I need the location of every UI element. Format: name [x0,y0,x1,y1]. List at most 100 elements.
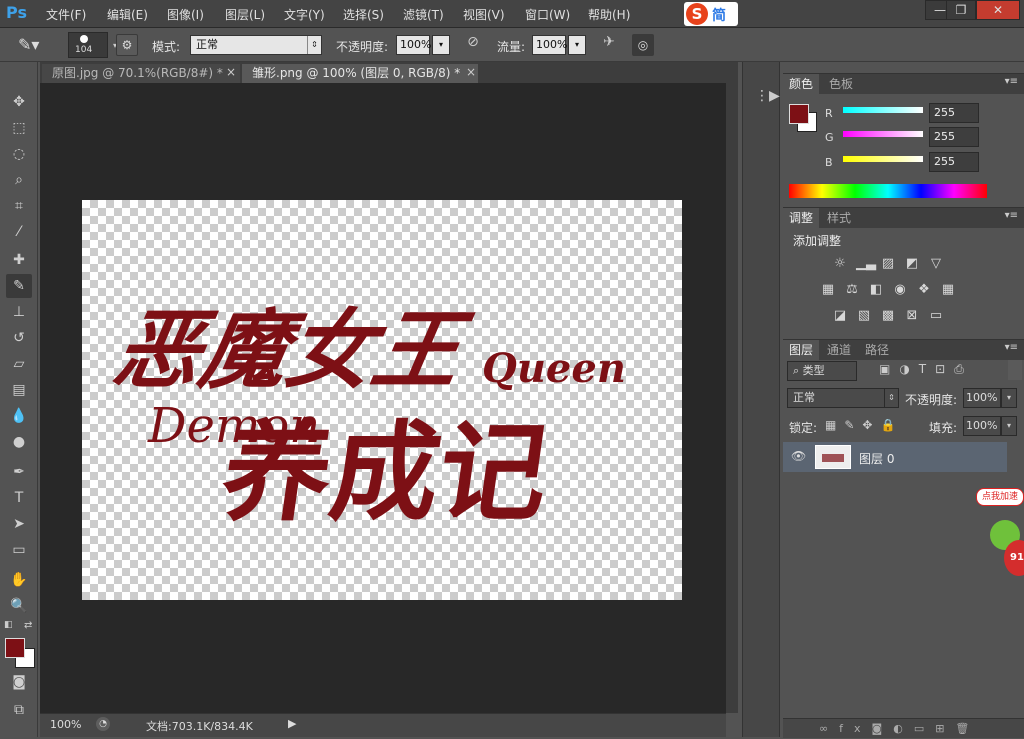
color-balance-icon[interactable]: ⚖ [843,282,861,298]
layer-name[interactable]: 图层 0 [859,450,894,467]
gradient-map-icon[interactable]: ▭ [927,308,945,324]
zoom-level[interactable]: 100% [50,718,81,731]
blue-value[interactable]: 255 [929,152,979,172]
tab-styles[interactable]: 样式 [821,208,857,228]
close-window-button[interactable]: ✕ [976,0,1020,20]
pen-tool-icon[interactable]: ✒ [6,460,32,484]
layer-filter-icons[interactable]: ▣◑T⊡⎙ [879,362,973,377]
visibility-eye-icon[interactable]: 👁 [791,449,806,463]
healing-brush-tool-icon[interactable]: ✚ [6,248,32,272]
layer-row[interactable]: 👁 图层 0 [783,442,1007,472]
gradient-tool-icon[interactable]: ▤ [6,378,32,402]
layers-scrollbar[interactable] [1008,360,1022,380]
layer-filter-select[interactable]: ⌕ 类型 [787,361,857,381]
lasso-tool-icon[interactable]: ◌ [6,142,32,166]
quick-selection-tool-icon[interactable]: ⌕ [6,168,32,192]
dodge-tool-icon[interactable]: ● [6,430,32,454]
status-info-icon[interactable]: ◔ [96,717,110,731]
brush-tool-icon[interactable]: ✎▾ [18,35,42,57]
status-menu-arrow-icon[interactable]: ▶ [288,717,296,730]
threshold-icon[interactable]: ▩ [879,308,897,324]
brush-panel-toggle-icon[interactable]: ⚙ [116,34,138,56]
sogou-ime[interactable]: S 简 [684,2,738,26]
photo-filter-icon[interactable]: ◉ [891,282,909,298]
red-slider[interactable] [843,107,923,113]
type-tool-icon[interactable]: T [6,486,32,510]
menu-file[interactable]: 文件(F) [46,6,86,23]
flow-input[interactable]: 100% [532,35,567,55]
screen-mode-icon[interactable]: ⧉ [6,698,32,722]
eyedropper-tool-icon[interactable]: ⁄ [6,220,32,244]
color-lookup-icon[interactable]: ▦ [939,282,957,298]
menu-select[interactable]: 选择(S) [343,6,384,23]
layer-opacity-input[interactable]: 100% [963,388,1001,408]
airbrush-icon[interactable]: ✈ [598,34,620,56]
close-icon[interactable]: × [226,65,236,79]
panel-menu-icon[interactable]: ▾≡ [1005,76,1018,87]
blue-slider[interactable] [843,156,923,162]
tab-swatches[interactable]: 色板 [823,74,859,94]
brush-tool-icon[interactable]: ✎ [6,274,32,298]
chevron-down-icon[interactable]: ▾ [1001,416,1017,436]
blur-tool-icon[interactable]: 💧 [6,404,32,428]
tablet-pressure-size-icon[interactable]: ◎ [632,34,654,56]
document-canvas[interactable]: 恶魔女王 Queen Demon 养成记 [82,200,682,600]
panel-menu-icon[interactable]: ▾≡ [1005,342,1018,353]
posterize-icon[interactable]: ▧ [855,308,873,324]
default-colors-icon[interactable]: ◧ [4,620,13,630]
layers-footer-icons[interactable]: ∞fx◙◐▭⊞🗑 [783,718,1024,738]
tab-channels[interactable]: 通道 [821,340,857,360]
hand-tool-icon[interactable]: ✋ [6,568,32,592]
curves-icon[interactable]: ▨ [879,256,897,272]
blend-mode-select[interactable]: 正常 ⇕ [787,388,899,408]
restore-button[interactable]: ❐ [946,0,976,20]
panel-menu-icon[interactable]: ▾≡ [1005,210,1018,221]
swap-colors-icon[interactable]: ⇄ [24,620,32,631]
hue-saturation-icon[interactable]: ▦ [819,282,837,298]
brush-preset-picker[interactable]: 104 ▾ [68,32,117,58]
tab-original-jpg[interactable]: 原图.jpg @ 70.1%(RGB/8#) * [42,64,240,83]
menu-filter[interactable]: 滤镜(T) [403,6,444,23]
tab-layers[interactable]: 图层 [783,340,820,360]
menu-window[interactable]: 窗口(W) [525,6,570,23]
channel-mixer-icon[interactable]: ❖ [915,282,933,298]
eraser-tool-icon[interactable]: ▱ [6,352,32,376]
menu-type[interactable]: 文字(Y) [284,6,325,23]
marquee-tool-icon[interactable]: ⬚ [6,116,32,140]
chevron-down-icon[interactable]: ▾ [1001,388,1017,408]
rectangle-tool-icon[interactable]: ▭ [6,538,32,562]
crop-tool-icon[interactable]: ⌗ [6,194,32,218]
fill-input[interactable]: 100% [963,416,1001,436]
history-panel-icon[interactable]: ⋮▶ [755,88,780,104]
close-icon[interactable]: × [466,65,476,79]
black-white-icon[interactable]: ◧ [867,282,885,298]
history-brush-tool-icon[interactable]: ↺ [6,326,32,350]
brightness-contrast-icon[interactable]: ☼ [831,256,849,272]
flow-dropdown-icon[interactable]: ▾ [568,35,586,55]
move-tool-icon[interactable]: ✥ [6,90,32,114]
selective-color-icon[interactable]: ⊠ [903,308,921,324]
path-selection-tool-icon[interactable]: ➤ [6,512,32,536]
green-slider[interactable] [843,131,923,137]
fg-color-swatch[interactable] [789,104,809,124]
tab-draft-png[interactable]: 雏形.png @ 100% (图层 0, RGB/8) * [242,64,478,83]
menu-edit[interactable]: 编辑(E) [107,6,148,23]
exposure-icon[interactable]: ◩ [903,256,921,272]
zoom-tool-icon[interactable]: 🔍 [6,594,32,618]
tab-adjustments[interactable]: 调整 [783,208,820,228]
levels-icon[interactable]: ▁▃ [856,256,876,272]
red-value[interactable]: 255 [929,103,979,123]
ad-label[interactable]: 点我加速 [976,488,1024,506]
vibrance-icon[interactable]: ▽ [927,256,945,272]
foreground-color-swatch[interactable] [5,638,25,658]
opacity-input[interactable]: 100% [396,35,431,55]
tablet-pressure-opacity-icon[interactable]: ⊘ [462,34,484,56]
green-value[interactable]: 255 [929,127,979,147]
mode-select[interactable]: 正常 ⇕ [190,35,322,55]
menu-layer[interactable]: 图层(L) [225,6,265,23]
menu-view[interactable]: 视图(V) [463,6,505,23]
lock-icons[interactable]: ▦✎✥🔒 [825,418,903,432]
vertical-scrollbar[interactable] [726,83,738,713]
quick-mask-icon[interactable]: ◙ [6,670,32,694]
color-spectrum-bar[interactable] [789,184,987,198]
